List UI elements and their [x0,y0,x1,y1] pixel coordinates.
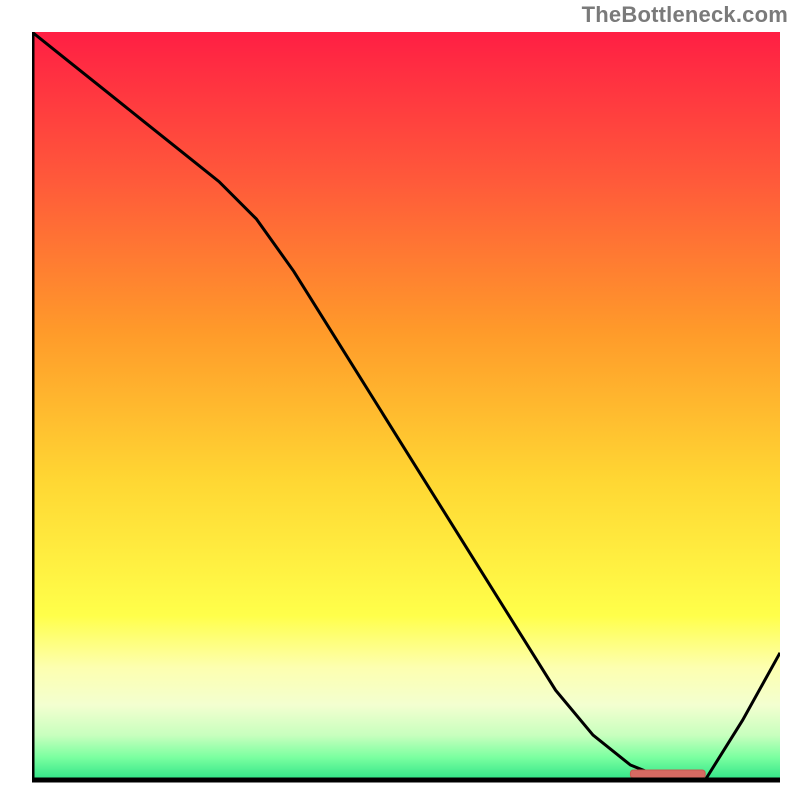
chart-background [32,32,780,780]
chart-marker [630,770,705,778]
chart-canvas [32,32,780,784]
watermark-label: TheBottleneck.com [582,2,788,28]
